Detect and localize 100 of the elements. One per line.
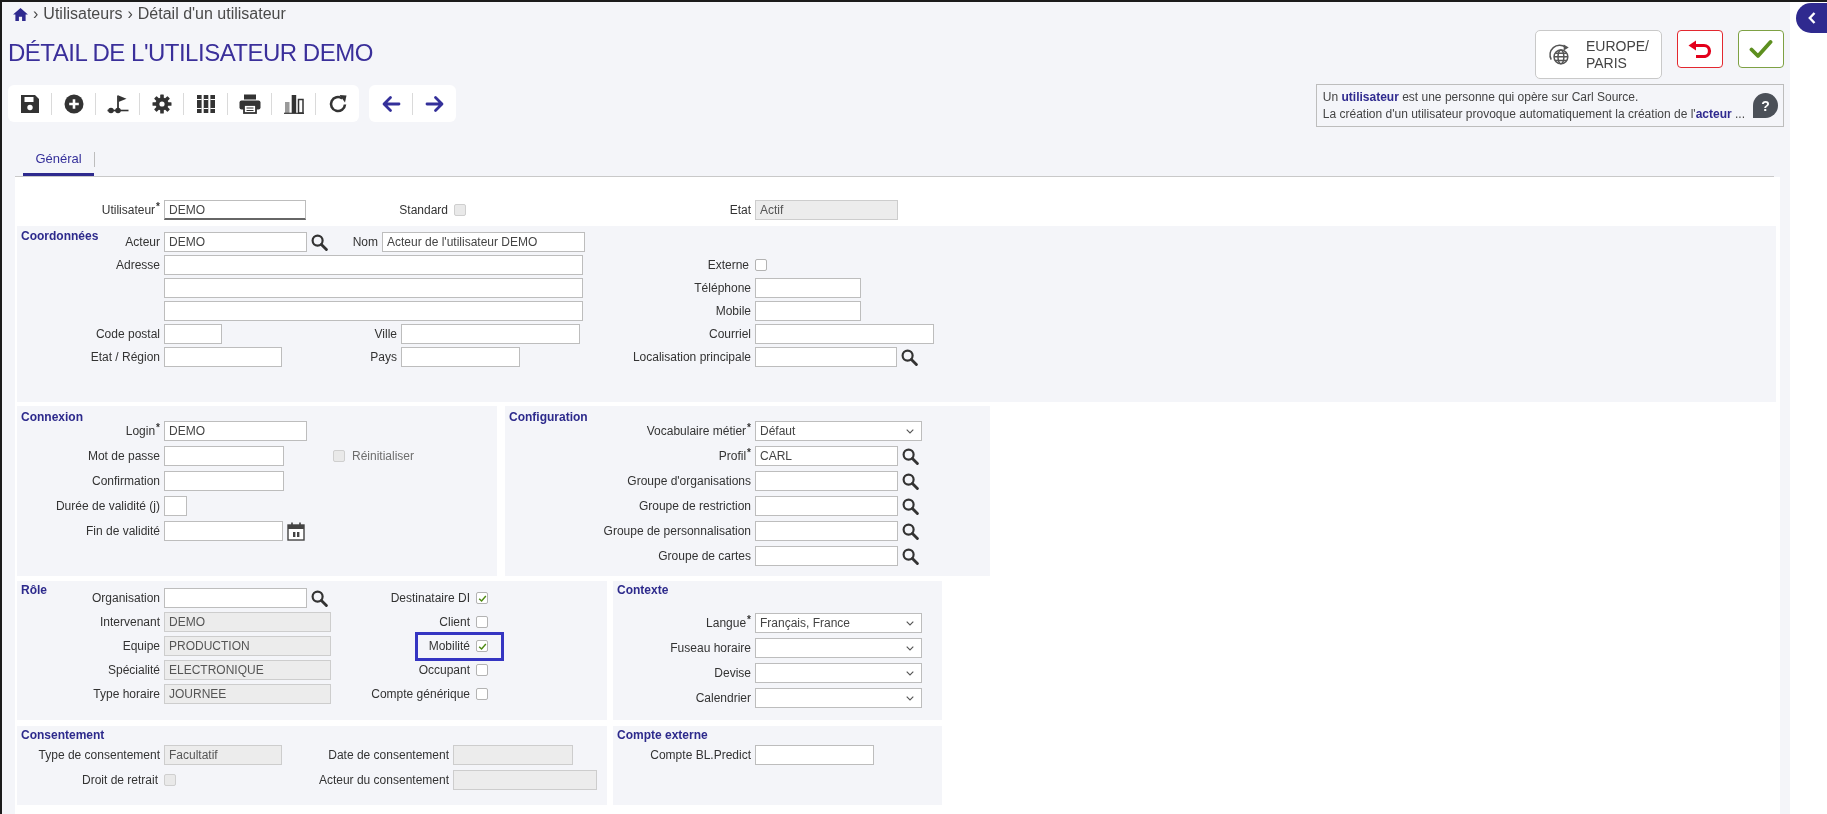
home-icon[interactable] (13, 7, 28, 21)
search-icon[interactable] (902, 547, 919, 565)
arrow-left-icon[interactable] (380, 93, 401, 114)
help-button[interactable]: ? (1753, 93, 1778, 118)
text-field[interactable] (755, 471, 898, 491)
text-field[interactable]: DEMO (164, 232, 307, 252)
dropdown-field[interactable] (755, 688, 922, 708)
text-field[interactable]: DEMO (164, 200, 306, 220)
text-field[interactable] (164, 255, 583, 275)
dropdown-field[interactable] (755, 663, 922, 683)
section-title: Coordonnées (21, 229, 99, 243)
search-icon[interactable] (902, 497, 919, 515)
chevron-down-icon (906, 620, 914, 626)
undo-arrow-icon (1688, 40, 1712, 58)
text-field[interactable] (755, 546, 898, 566)
dropdown-field[interactable]: Défaut (755, 421, 922, 441)
text-field[interactable] (164, 521, 283, 541)
checkbox[interactable] (476, 592, 488, 604)
checkmark-icon (477, 593, 487, 603)
search-icon[interactable] (901, 348, 918, 366)
timezone-button[interactable]: EUROPE/ PARIS (1535, 30, 1662, 79)
chevron-down-icon (906, 428, 914, 434)
text-field[interactable] (164, 588, 307, 608)
field-label: Etat / Région (90, 350, 160, 364)
section-title: Consentement (21, 728, 105, 742)
text-field[interactable]: CARL (755, 446, 898, 466)
text-field[interactable] (755, 521, 898, 541)
confirm-button[interactable] (1738, 30, 1784, 68)
text-field[interactable] (755, 301, 861, 321)
gear-icon[interactable] (151, 93, 172, 114)
text-field[interactable] (164, 471, 284, 491)
arrow-right-icon[interactable] (424, 93, 445, 114)
field-label: Réinitialiser (352, 449, 415, 463)
text-field[interactable] (401, 324, 580, 344)
checkbox[interactable] (476, 688, 488, 700)
text-field[interactable] (755, 347, 897, 367)
breadcrumb-link[interactable]: Utilisateurs (43, 2, 123, 26)
dropdown-field[interactable] (755, 638, 922, 658)
field-label: Client (439, 615, 470, 629)
field-label: Standard (399, 203, 448, 217)
panel-toggle-button[interactable] (1796, 3, 1827, 33)
cancel-button[interactable] (1677, 30, 1723, 68)
text-field[interactable] (755, 745, 874, 765)
bar-chart-icon[interactable] (283, 93, 304, 114)
search-icon[interactable] (311, 233, 328, 251)
dropdown-field[interactable]: Français, France (755, 613, 922, 633)
text-field[interactable] (164, 347, 282, 367)
field-label: Compte générique (371, 687, 470, 701)
page-title: DÉTAIL DE L'UTILISATEUR DEMO (8, 38, 374, 68)
calendar-icon[interactable] (287, 521, 305, 541)
field-label: Pays (370, 350, 397, 364)
search-icon[interactable] (902, 472, 919, 490)
text-field[interactable] (755, 496, 898, 516)
search-icon[interactable] (311, 589, 328, 607)
text-field[interactable] (755, 324, 934, 344)
field-label: Type de consentement (38, 748, 160, 762)
text-field[interactable] (755, 278, 861, 298)
field-label: Acteur (125, 235, 160, 249)
checkbox[interactable] (476, 640, 488, 652)
section-title: Contexte (617, 583, 669, 597)
text-field[interactable]: DEMO (164, 421, 307, 441)
breadcrumb-separator: › (127, 4, 133, 24)
text-field[interactable] (164, 446, 284, 466)
checkbox[interactable] (476, 616, 488, 628)
checkbox[interactable] (476, 664, 488, 676)
search-icon[interactable] (902, 447, 919, 465)
text-field[interactable] (164, 278, 583, 298)
field-label: Courriel (709, 327, 751, 341)
refresh-icon[interactable] (327, 93, 348, 114)
flag-icon[interactable] (106, 93, 129, 114)
chevron-left-icon (1807, 12, 1816, 24)
columns-icon[interactable] (195, 93, 216, 114)
field-label: Compte BL.Predict (650, 748, 751, 762)
field-label: Groupe de restriction (638, 499, 751, 513)
text-field[interactable]: Acteur de l'utilisateur DEMO (382, 232, 585, 252)
breadcrumb-current: Détail d'un utilisateur (137, 4, 286, 24)
field-label: Date de consentement (328, 748, 449, 762)
printer-icon[interactable] (238, 93, 261, 114)
text-field[interactable] (164, 324, 222, 344)
field-label: Adresse (115, 258, 160, 272)
chevron-down-icon (906, 645, 914, 651)
field-label: Groupe d'organisations (627, 474, 751, 488)
search-icon[interactable] (902, 522, 919, 540)
field-label: Equipe (122, 639, 160, 653)
field-label: Mot de passe (87, 449, 160, 463)
text-field[interactable] (401, 347, 520, 367)
field-label: Langue$^{*}$ (706, 616, 751, 630)
chevron-down-icon (906, 670, 914, 676)
chevron-down-icon (906, 695, 914, 701)
field-label: Utilisateur$^{*}$ (101, 203, 160, 217)
field-label: Groupe de cartes (658, 549, 751, 563)
field-label: Confirmation (91, 474, 160, 488)
text-field[interactable] (164, 301, 583, 321)
field-label: Droit de retrait (81, 773, 158, 787)
plus-circle-icon[interactable] (63, 93, 84, 114)
field-label: Devise (714, 666, 751, 680)
section-title: Rôle (21, 583, 47, 597)
text-field[interactable] (164, 496, 187, 516)
field-label: Acteur du consentement (318, 773, 449, 787)
checkbox[interactable] (755, 259, 767, 271)
